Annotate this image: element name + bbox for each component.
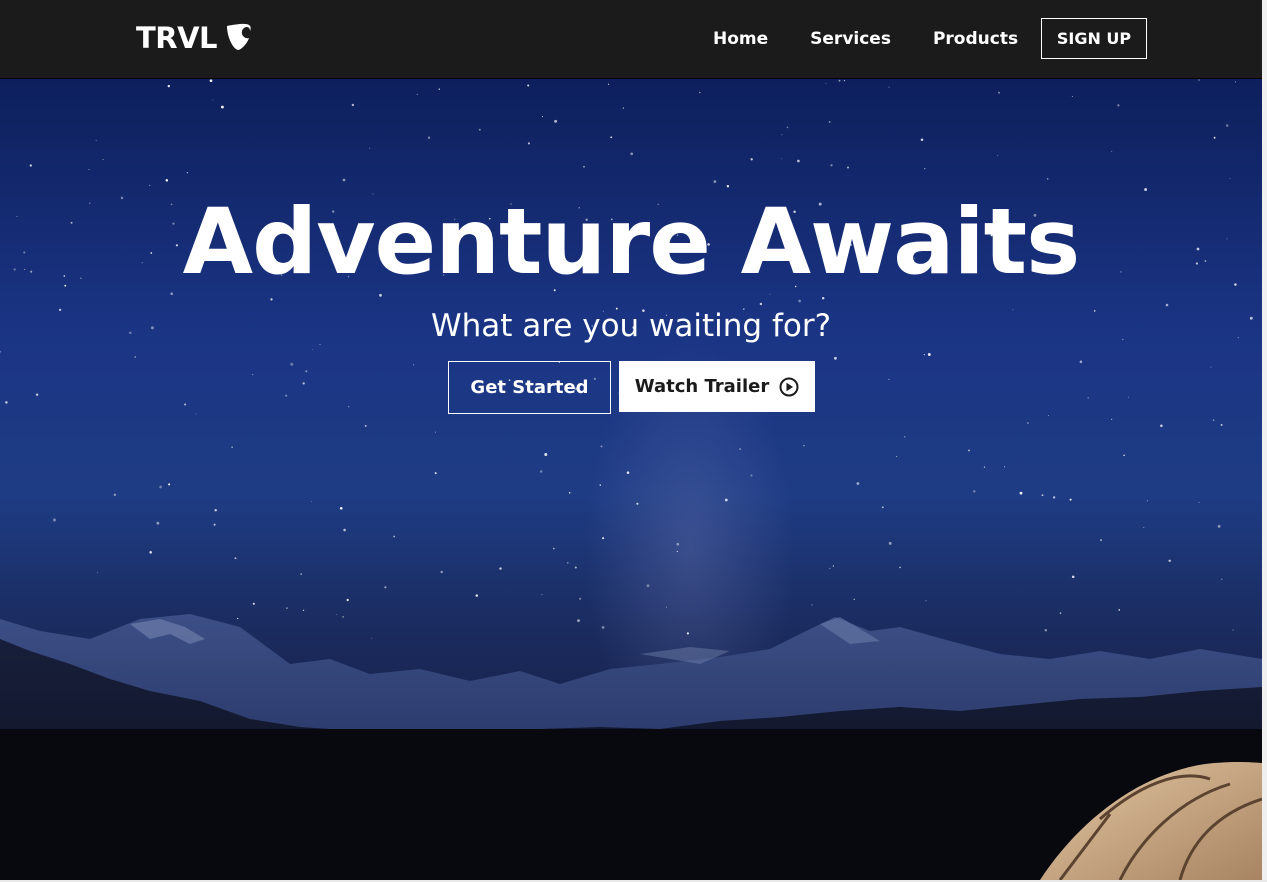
- hero-section: Adventure Awaits What are you waiting fo…: [0, 79, 1262, 880]
- navbar: TRVL Home Services Products SIGN UP: [0, 0, 1262, 79]
- nav-products[interactable]: Products: [912, 29, 1039, 49]
- scrollbar-track[interactable]: [1262, 0, 1267, 882]
- brand-logo[interactable]: TRVL: [136, 20, 253, 56]
- watch-trailer-label: Watch Trailer: [634, 376, 770, 397]
- nav-services[interactable]: Services: [789, 29, 912, 49]
- get-started-button[interactable]: Get Started: [448, 361, 611, 414]
- hero-subtitle: What are you waiting for?: [430, 308, 832, 344]
- signup-button[interactable]: SIGN UP: [1041, 18, 1147, 59]
- main-nav: Home Services Products: [692, 18, 1039, 60]
- typo3-logo-icon: [227, 23, 251, 50]
- watch-trailer-button[interactable]: Watch Trailer: [619, 361, 815, 412]
- nav-home[interactable]: Home: [692, 29, 789, 49]
- hero-title: Adventure Awaits: [182, 190, 1081, 295]
- play-circle-icon: [779, 377, 799, 396]
- brand-name: TRVL: [136, 21, 218, 55]
